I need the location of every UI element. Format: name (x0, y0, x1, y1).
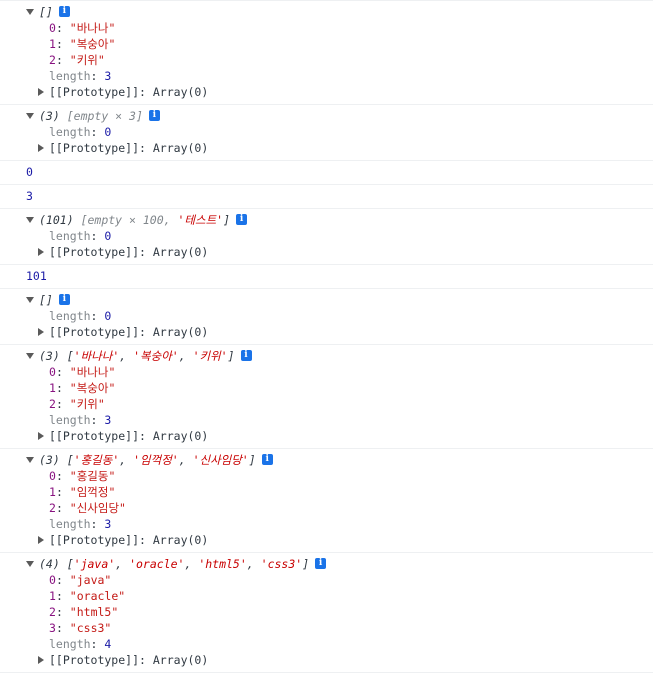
expand-triangle-icon[interactable] (26, 560, 34, 567)
array-item: 2: "html5" (49, 605, 119, 619)
console-entry: 0 (0, 161, 653, 185)
console-entry: (101) [empty × 100, '테스트'] i length: 0 [[… (0, 209, 653, 265)
info-icon[interactable]: i (240, 350, 252, 361)
console-entry: (4) ['java', 'oracle', 'html5', 'css3'] i… (0, 553, 653, 673)
prototype-row[interactable]: [[Prototype]]: Array(0) (0, 652, 653, 668)
console-entry: (3) [empty × 3] i length: 0 [[Prototype]]… (0, 105, 653, 161)
expand-triangle-icon[interactable] (38, 535, 44, 544)
prototype-row[interactable]: [[Prototype]]: Array(0) (0, 532, 653, 548)
array-item: 3: "css3" (49, 621, 112, 635)
array-item: 0: "홍길동" (49, 469, 116, 483)
expand-triangle-icon[interactable] (26, 8, 34, 15)
console-value: 0 (26, 165, 33, 179)
array-summary[interactable]: (3) ['홍길동', '임꺽정', '신사임당'] i (0, 452, 653, 468)
expand-triangle-icon[interactable] (38, 655, 44, 664)
expand-triangle-icon[interactable] (26, 112, 34, 119)
array-item: 0: "바나나" (49, 365, 116, 379)
expand-triangle-icon[interactable] (38, 247, 44, 256)
length-property: length: 3 (49, 517, 112, 531)
array-item: 1: "oracle" (49, 589, 126, 603)
length-property: length: 3 (49, 413, 112, 427)
info-icon[interactable]: i (58, 294, 70, 305)
prototype-row[interactable]: [[Prototype]]: Array(0) (0, 428, 653, 444)
console-entry: [] i length: 0 [[Prototype]]: Array(0) (0, 289, 653, 345)
expand-triangle-icon[interactable] (26, 296, 34, 303)
array-summary[interactable]: (3) ['바나나', '복숭아', '키위'] i (0, 348, 653, 364)
length-property: length: 0 (49, 309, 112, 323)
array-item: 1: "임꺽정" (49, 485, 116, 499)
expand-triangle-icon[interactable] (38, 431, 44, 440)
expand-triangle-icon[interactable] (26, 352, 34, 359)
array-item: 2: "키위" (49, 53, 105, 67)
array-item: 0: "바나나" (49, 21, 116, 35)
prototype-row[interactable]: [[Prototype]]: Array(0) (0, 244, 653, 260)
expand-triangle-icon[interactable] (38, 327, 44, 336)
info-icon[interactable]: i (148, 110, 160, 121)
prototype-row[interactable]: [[Prototype]]: Array(0) (0, 84, 653, 100)
info-icon[interactable]: i (236, 214, 248, 225)
info-icon[interactable]: i (315, 558, 327, 569)
array-summary[interactable]: (101) [empty × 100, '테스트'] i (0, 212, 653, 228)
array-summary[interactable]: (4) ['java', 'oracle', 'html5', 'css3'] i (0, 556, 653, 572)
console-entry: [] i 0: "바나나" 1: "복숭아" 2: "키위" length: 3 … (0, 0, 653, 105)
prototype-row[interactable]: [[Prototype]]: Array(0) (0, 324, 653, 340)
expand-triangle-icon[interactable] (38, 87, 44, 96)
console-panel: [] i 0: "바나나" 1: "복숭아" 2: "키위" length: 3 … (0, 0, 653, 673)
console-entry: (3) ['홍길동', '임꺽정', '신사임당'] i 0: "홍길동" 1: … (0, 449, 653, 553)
array-summary[interactable]: (3) [empty × 3] i (0, 108, 653, 124)
info-icon[interactable]: i (261, 454, 273, 465)
expand-triangle-icon[interactable] (26, 456, 34, 463)
console-value: 101 (26, 269, 47, 283)
array-item: 1: "복숭아" (49, 37, 116, 51)
length-property: length: 3 (49, 69, 112, 83)
array-summary[interactable]: [] i (0, 292, 653, 308)
length-property: length: 0 (49, 125, 112, 139)
array-summary[interactable]: [] i (0, 4, 653, 20)
array-item: 2: "키위" (49, 397, 105, 411)
array-item: 2: "신사임당" (49, 501, 126, 515)
array-item: 1: "복숭아" (49, 381, 116, 395)
console-entry: 3 (0, 185, 653, 209)
length-property: length: 0 (49, 229, 112, 243)
length-property: length: 4 (49, 637, 112, 651)
console-entry: 101 (0, 265, 653, 289)
console-value: 3 (26, 189, 33, 203)
console-entry: (3) ['바나나', '복숭아', '키위'] i 0: "바나나" 1: "복… (0, 345, 653, 449)
array-item: 0: "java" (49, 573, 112, 587)
expand-triangle-icon[interactable] (26, 216, 34, 223)
info-icon[interactable]: i (58, 6, 70, 17)
prototype-row[interactable]: [[Prototype]]: Array(0) (0, 140, 653, 156)
expand-triangle-icon[interactable] (38, 143, 44, 152)
